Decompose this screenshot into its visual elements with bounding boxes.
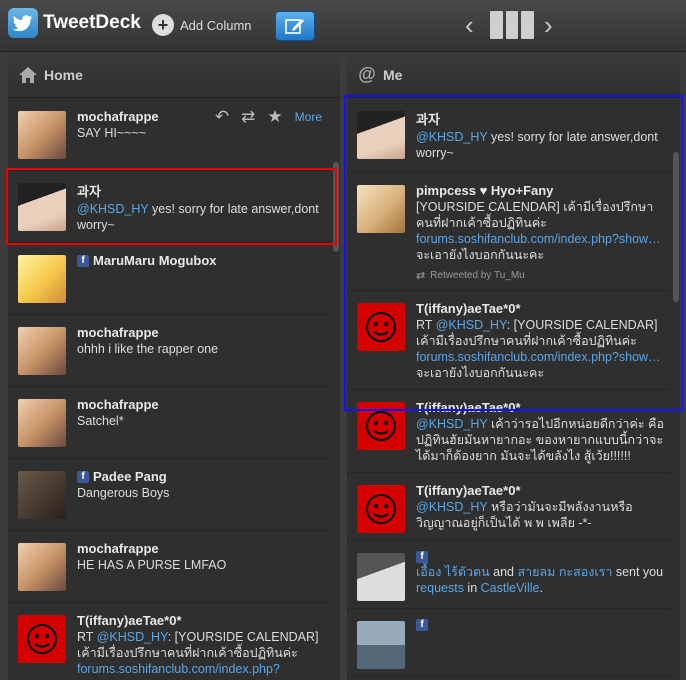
retweet-icon[interactable]: ⇄: [241, 107, 255, 127]
facebook-icon: f: [416, 551, 428, 563]
at-mention-icon: @: [358, 64, 376, 84]
compose-button[interactable]: [275, 11, 315, 41]
avatar[interactable]: [18, 543, 66, 591]
avatar-mascot-icon[interactable]: [357, 485, 405, 533]
actor-link[interactable]: สายลม กะสองเรา: [517, 565, 612, 579]
tweet-author[interactable]: mochafrappe: [77, 541, 324, 556]
tweet-text: @KHSD_HY หรือว่ามันจะมีพลังงานหรือวิญญาณ…: [416, 500, 633, 530]
tweet-text: Dangerous Boys: [77, 486, 170, 500]
tweet[interactable]: mochafrappe ohhh i like the rapper one: [8, 315, 330, 387]
url-link[interactable]: forums.soshifanclub.com/index.php?: [77, 662, 280, 676]
mention-link[interactable]: @KHSD_HY: [416, 500, 488, 514]
actor-link[interactable]: เอื้อง ไร้ตัวตน: [416, 565, 490, 579]
avatar[interactable]: [357, 553, 405, 601]
app-title: TweetDeck: [43, 12, 141, 33]
facebook-source: f: [416, 551, 664, 563]
notification-text: เอื้อง ไร้ตัวตน and สายลม กะสองเรา sent …: [416, 565, 664, 595]
tweet-text: RT @KHSD_HY: [YOURSIDE CALENDAR] เค้ามีเ…: [77, 630, 319, 676]
twitter-bird-icon: [8, 8, 38, 38]
column-switcher-icon[interactable]: [490, 11, 535, 39]
avatar-mascot-icon[interactable]: [18, 615, 66, 663]
mention-link[interactable]: @KHSD_HY: [416, 417, 488, 431]
tweet-author[interactable]: mochafrappe: [77, 325, 324, 340]
mention-link[interactable]: @KHSD_HY: [97, 630, 168, 644]
avatar[interactable]: [18, 111, 66, 159]
highlight-box-blue: [344, 95, 683, 411]
facebook-icon: f: [77, 254, 89, 267]
app-link[interactable]: CastleVille: [481, 581, 540, 595]
tweet[interactable]: f: [347, 609, 670, 677]
tweet[interactable]: f MaruMaru Mogubox: [8, 243, 330, 315]
tweet-author[interactable]: T(iffany)aeTae*0*: [77, 613, 324, 628]
avatar[interactable]: [18, 327, 66, 375]
tweet-author[interactable]: f MaruMaru Mogubox: [77, 253, 324, 268]
tweet[interactable]: mochafrappe SAY HI~~~~ ↶ ⇄ ★ More: [8, 99, 330, 171]
facebook-icon: f: [416, 619, 428, 631]
add-column-button[interactable]: + Add Column: [152, 14, 252, 36]
tweet[interactable]: mochafrappe HE HAS A PURSE LMFAO: [8, 531, 330, 603]
tweet-text: HE HAS A PURSE LMFAO: [77, 558, 227, 572]
scroll-right-arrow-icon[interactable]: ›: [544, 12, 553, 38]
highlight-box-red: [6, 168, 337, 245]
avatar[interactable]: [18, 399, 66, 447]
more-link[interactable]: More: [295, 110, 322, 124]
tweet-actions: ↶ ⇄ ★ More: [215, 107, 322, 127]
tweet-author[interactable]: T(iffany)aeTae*0*: [416, 483, 664, 498]
compose-pencil-icon: [285, 19, 304, 34]
tweet[interactable]: f เอื้อง ไร้ตัวตน and สายลม กะสองเรา sen…: [347, 541, 670, 609]
tweet[interactable]: T(iffany)aeTae*0* @KHSD_HY หรือว่ามันจะม…: [347, 473, 670, 541]
tweet-author[interactable]: mochafrappe: [77, 397, 324, 412]
home-column-header: Home: [8, 52, 340, 98]
avatar[interactable]: [357, 621, 405, 669]
tweet-text: ohhh i like the rapper one: [77, 342, 219, 356]
add-column-label: Add Column: [180, 17, 252, 33]
home-column-title: Home: [44, 66, 83, 83]
requests-link[interactable]: requests: [416, 581, 464, 595]
avatar[interactable]: [18, 471, 66, 519]
app-logo: TweetDeck: [8, 8, 141, 38]
me-column-title: Me: [383, 66, 403, 83]
home-column: Home mochafrappe SAY HI~~~~ ↶ ⇄ ★ More 과…: [8, 52, 340, 680]
tweet[interactable]: mochafrappe Satchel*: [8, 387, 330, 459]
tweet-text: SAY HI~~~~: [77, 126, 147, 140]
top-bar: TweetDeck + Add Column ‹ ›: [0, 0, 686, 52]
favorite-star-icon[interactable]: ★: [267, 107, 282, 127]
plus-icon: +: [152, 14, 174, 36]
tweet-text: @KHSD_HY เค้าว่ารอไปอีกหน่อยดีกว่าค่ะ คื…: [416, 417, 664, 463]
scroll-left-arrow-icon[interactable]: ‹: [465, 12, 474, 38]
home-icon: [19, 66, 37, 83]
tweet-author[interactable]: f Padee Pang: [77, 469, 324, 484]
tweet[interactable]: T(iffany)aeTae*0* RT @KHSD_HY: [YOURSIDE…: [8, 603, 330, 680]
me-column-header: @ Me: [347, 52, 680, 98]
facebook-source: f: [416, 619, 664, 631]
tweet[interactable]: f Padee Pang Dangerous Boys: [8, 459, 330, 531]
avatar[interactable]: [18, 255, 66, 303]
reply-icon[interactable]: ↶: [215, 107, 229, 127]
tweet-text: Satchel*: [77, 414, 124, 428]
facebook-icon: f: [77, 470, 89, 483]
